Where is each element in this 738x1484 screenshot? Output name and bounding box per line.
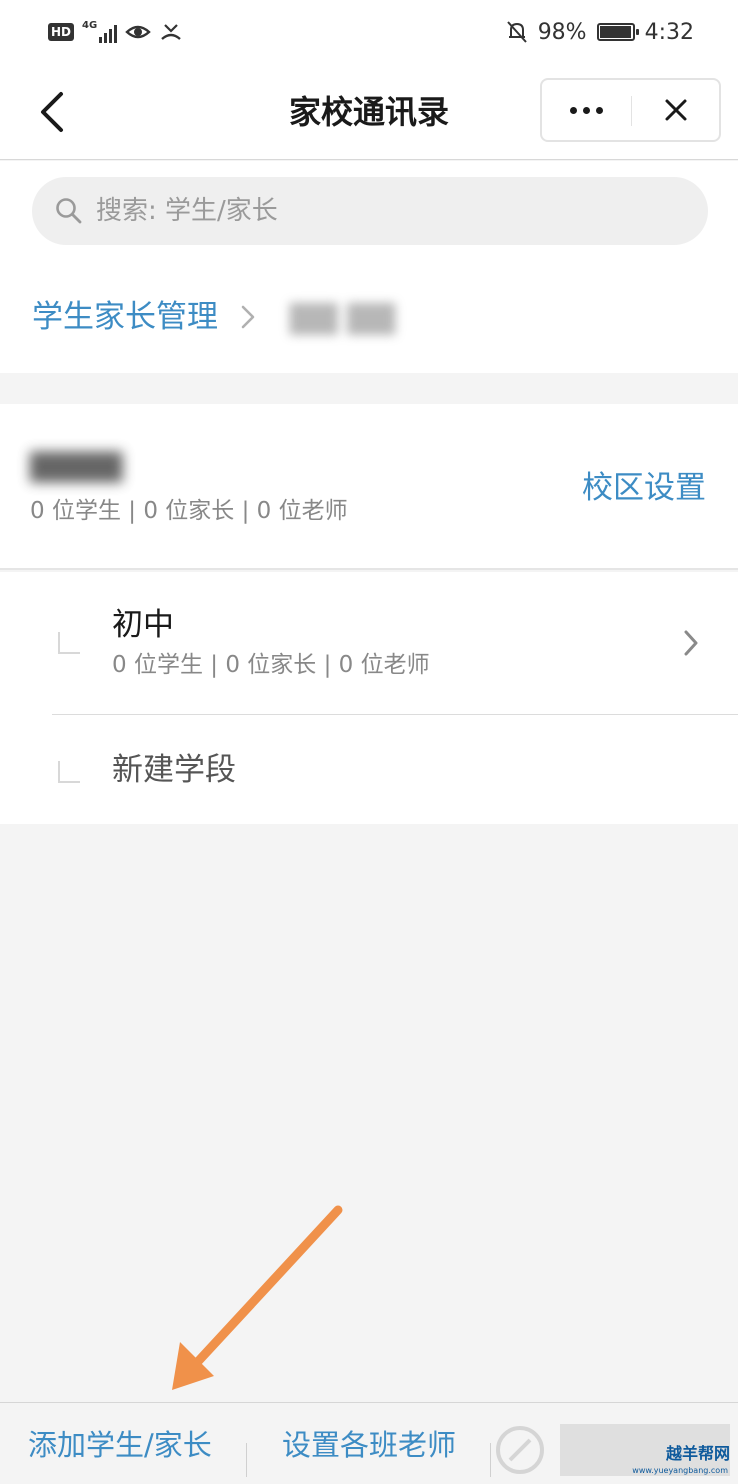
- watermark-text: 越羊帮网: [665, 1444, 730, 1463]
- school-card: ▇▇▇▇ 0 位学生 | 0 位家长 | 0 位老师 校区设置: [0, 404, 738, 570]
- add-student-parent-button[interactable]: 添加学生/家长: [28, 1425, 212, 1465]
- search-box[interactable]: [32, 177, 708, 245]
- set-class-teachers-button[interactable]: 设置各班老师: [282, 1425, 456, 1465]
- close-button[interactable]: [632, 80, 720, 140]
- arrow-head: [172, 1342, 214, 1390]
- signal-icon: 4G: [82, 20, 118, 43]
- arrow-shaft: [187, 1205, 343, 1373]
- status-right: 98% 4:32: [506, 16, 694, 48]
- battery-percent: 98%: [537, 19, 587, 45]
- search-icon: [56, 198, 82, 224]
- divider: [246, 1443, 247, 1477]
- chevron-right-icon: [240, 302, 260, 332]
- network-label: 4G: [82, 20, 98, 31]
- hd-icon: HD: [48, 23, 75, 41]
- missed-call-icon: [161, 24, 181, 40]
- mini-program-capsule: [540, 78, 721, 142]
- school-stats: 0 位学生 | 0 位家长 | 0 位老师: [30, 498, 348, 524]
- breadcrumb-root-link[interactable]: 学生家长管理: [32, 295, 218, 339]
- stage-name: 初中: [112, 607, 174, 643]
- more-button[interactable]: [542, 80, 631, 140]
- status-bar: HD 4G 98% 4:32: [0, 0, 738, 64]
- close-icon: [665, 99, 687, 121]
- clock: 4:32: [644, 19, 694, 45]
- nav-bar: 家校通讯录: [0, 64, 738, 160]
- breadcrumb-current: ▇▇ ▇▇: [290, 299, 396, 335]
- search-section: 学生家长管理 ▇▇ ▇▇: [0, 161, 738, 373]
- status-left: HD 4G: [48, 16, 183, 48]
- school-name: ▇▇▇▇: [30, 448, 123, 483]
- new-stage-label: 新建学段: [112, 752, 236, 788]
- tree-connector: [58, 632, 80, 654]
- stage-stats: 0 位学生 | 0 位家长 | 0 位老师: [112, 652, 430, 678]
- watermark-sub: www.yueyangbang.com: [632, 1466, 728, 1475]
- more-dots-icon: [570, 106, 603, 114]
- stage-item-junior-high[interactable]: 初中 0 位学生 | 0 位家长 | 0 位老师: [0, 572, 738, 715]
- search-input[interactable]: [96, 196, 708, 226]
- eye-icon: [125, 25, 151, 39]
- stage-list: 初中 0 位学生 | 0 位家长 | 0 位老师 新建学段: [0, 572, 738, 824]
- tree-connector: [58, 761, 80, 783]
- new-stage-button[interactable]: 新建学段: [0, 715, 738, 824]
- battery-fill: [599, 26, 631, 38]
- mute-bell-icon: [506, 21, 527, 43]
- chevron-right-icon: [684, 630, 698, 656]
- battery-charging-icon: [596, 23, 639, 41]
- campus-settings-button[interactable]: 校区设置: [582, 466, 706, 510]
- breadcrumb: 学生家长管理 ▇▇ ▇▇: [32, 295, 395, 339]
